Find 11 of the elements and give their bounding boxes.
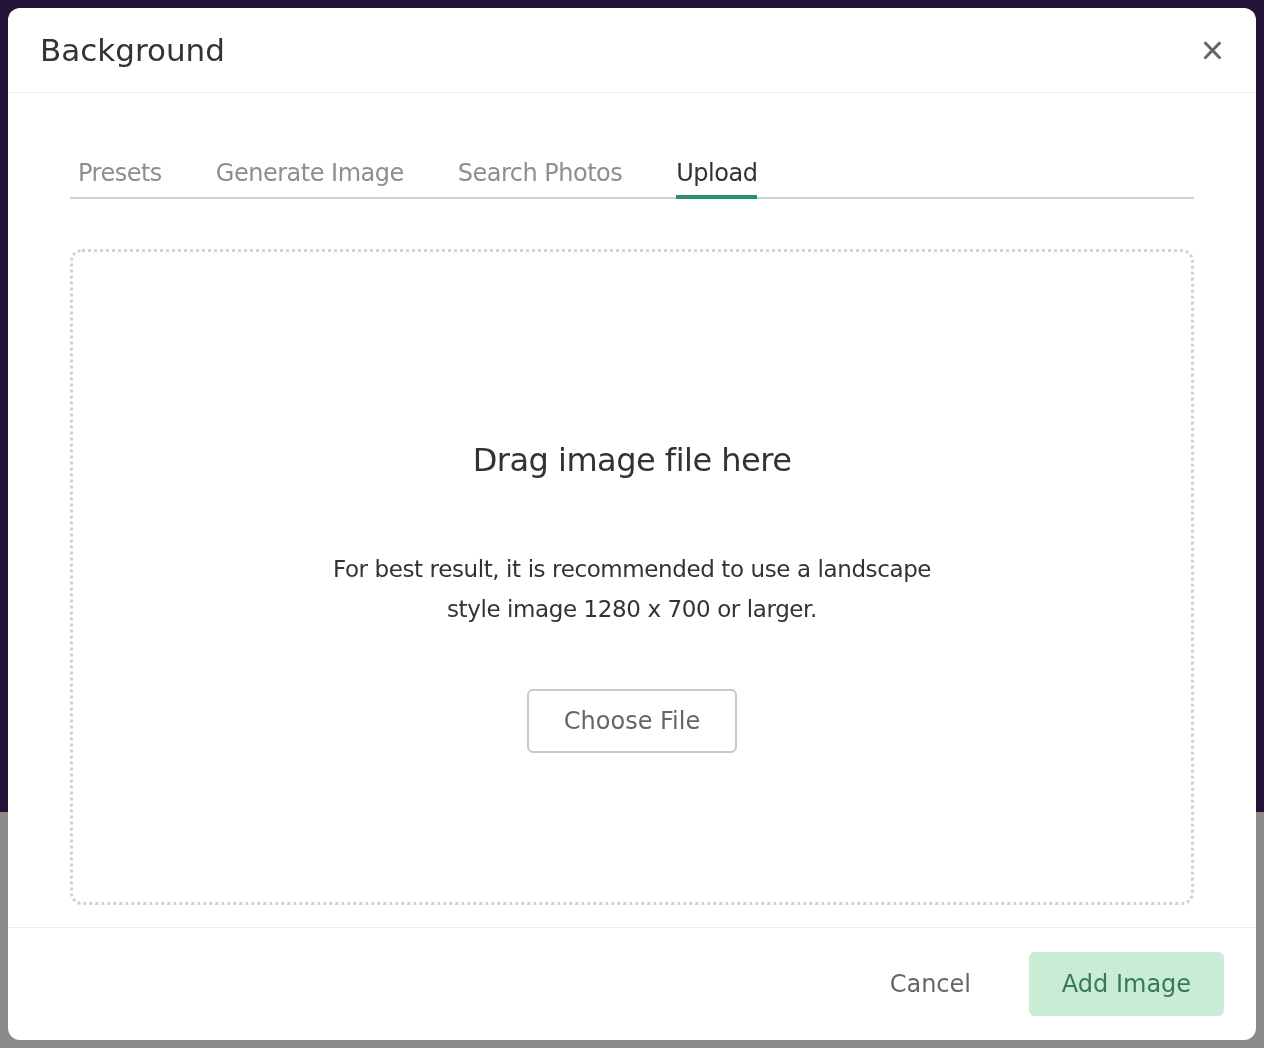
drop-zone[interactable]: Drag image file here For best result, it is recommended to use a landscape style image 1280 x 700 or larger. Choose File xyxy=(70,249,1194,905)
tab[interactable]: Upload xyxy=(676,153,758,199)
tab[interactable]: Search Photos xyxy=(457,153,623,199)
drop-hint: For best result, it is recommended to use a landscape style image 1280 x 700 or larger. xyxy=(331,555,933,624)
tab[interactable]: Generate Image xyxy=(215,153,404,199)
cancel-button[interactable]: Cancel xyxy=(883,969,977,999)
close-button[interactable]: × xyxy=(1194,30,1230,70)
dialog-title: Background xyxy=(40,32,225,68)
choose-file-button[interactable]: Choose File xyxy=(527,689,737,753)
drop-heading: Drag image file here xyxy=(472,441,792,479)
tab[interactable]: Presets xyxy=(78,153,162,199)
